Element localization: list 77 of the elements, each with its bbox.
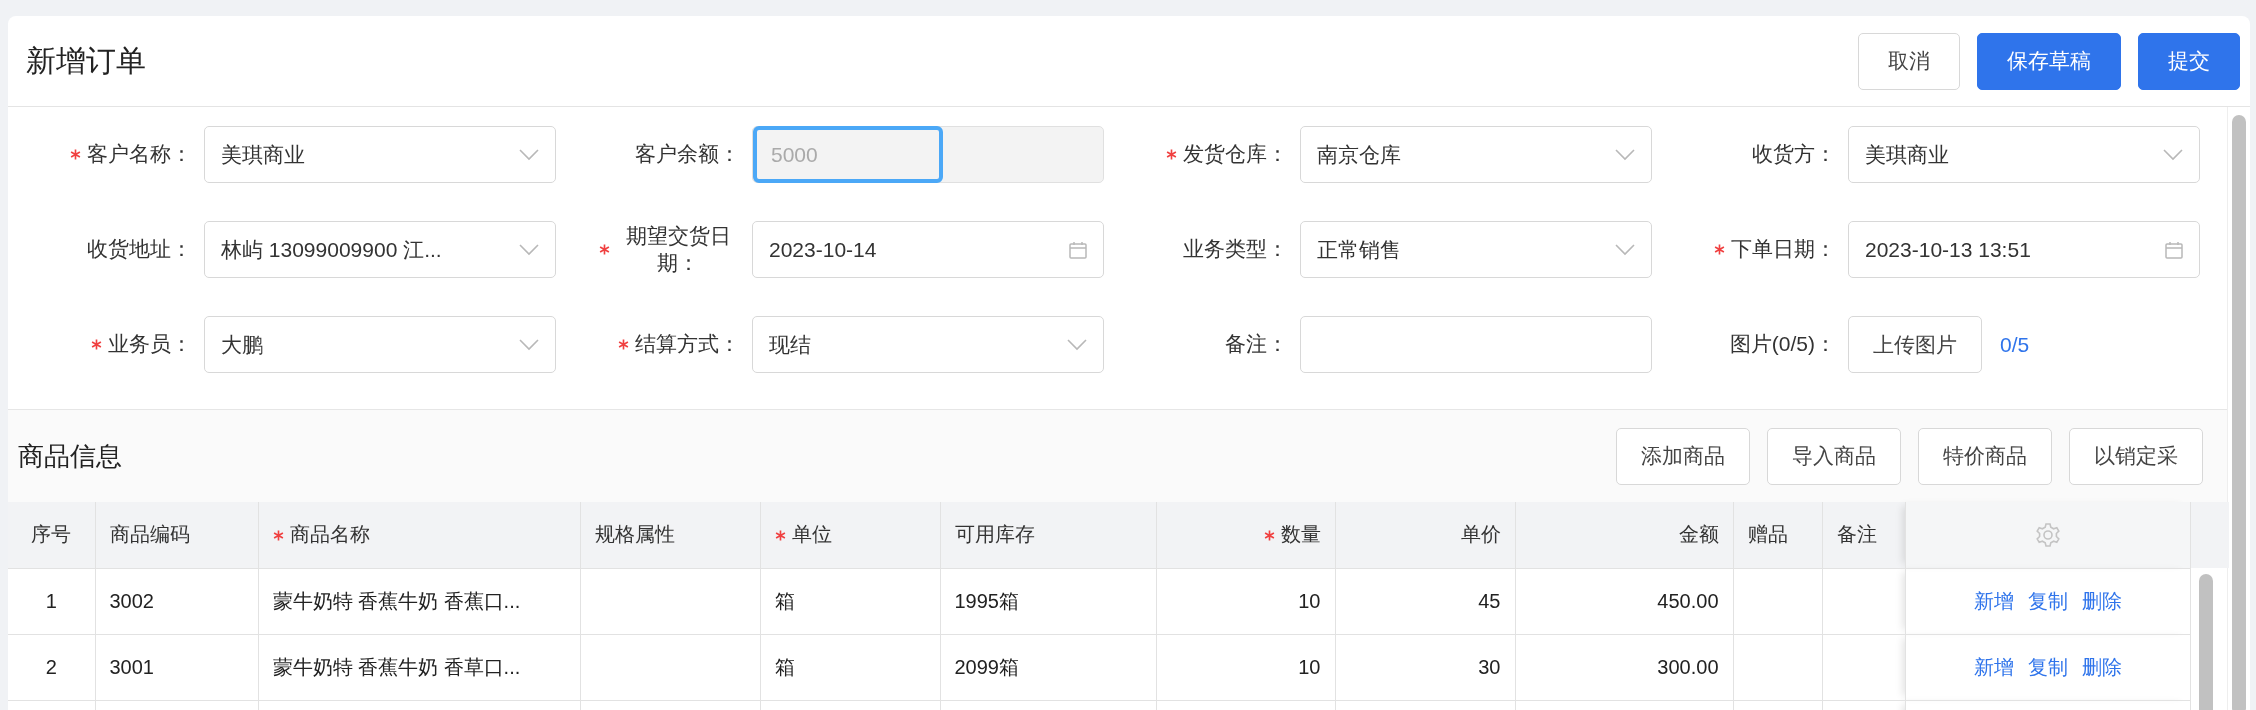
column-header: 序号 <box>31 523 72 546</box>
settings-icon <box>2034 521 2061 548</box>
column-header: 金额 <box>1678 523 1719 546</box>
header-button[interactable]: 取消 <box>1858 32 1960 90</box>
upload-count: 0/5 <box>2000 332 2030 357</box>
column-header: 单位 <box>791 523 832 546</box>
table-cell: 蒙牛奶特 香蕉牛奶 香蕉口... <box>272 589 521 612</box>
table-cell: 3002 <box>109 589 154 612</box>
select-field[interactable]: 现结 <box>752 316 1104 373</box>
select-field[interactable]: 美琪商业 <box>1848 126 2200 183</box>
field-label: 结算方式： <box>635 331 740 358</box>
table-cell: 2099箱 <box>954 655 1019 678</box>
scrollbar-thumb[interactable] <box>2232 115 2246 710</box>
field-label: 下单日期： <box>1731 236 1836 263</box>
table-cell: 450.00 <box>1657 589 1719 612</box>
calendar-icon <box>2165 240 2183 259</box>
field-label: 备注： <box>1225 331 1288 358</box>
column-header: 单价 <box>1460 523 1501 546</box>
row-action-link[interactable]: 新增 <box>1973 587 2014 615</box>
chevron-down-icon <box>519 148 539 161</box>
text-field[interactable] <box>1300 316 1652 373</box>
chevron-down-icon <box>519 243 539 256</box>
row-action-link[interactable]: 新增 <box>1973 653 2014 681</box>
select-field[interactable]: 大鹏 <box>204 316 556 373</box>
field-label: 客户余额： <box>635 141 740 168</box>
section-title: 商品信息 <box>18 439 122 473</box>
row-action-link[interactable]: 删除 <box>2081 587 2122 615</box>
column-header: 赠品 <box>1747 523 1788 546</box>
field-label: 业务类型： <box>1183 236 1288 263</box>
date-field[interactable]: 2023-10-13 13:51 <box>1848 221 2200 278</box>
field-label: 发货仓库： <box>1183 141 1288 168</box>
field-label: 期望交货日期： <box>624 223 732 276</box>
toolbar-button[interactable]: 导入商品 <box>1767 427 1901 485</box>
table-cell: 箱 <box>774 655 795 678</box>
table-cell: 1 <box>45 589 57 612</box>
date-field[interactable]: 2023-10-14 <box>752 221 1104 278</box>
column-header: 商品编码 <box>109 523 190 546</box>
field-label: 客户名称： <box>87 141 192 168</box>
table-cell: 2 <box>45 655 57 678</box>
header-button[interactable]: 提交 <box>2138 32 2240 90</box>
table-cell: 10 <box>1298 655 1321 678</box>
table-cell: 箱 <box>774 589 795 612</box>
column-header: 数量 <box>1280 523 1321 546</box>
row-action-link[interactable]: 复制 <box>2027 653 2068 681</box>
chevron-down-icon <box>1615 243 1635 256</box>
calendar-icon <box>1069 240 1087 259</box>
select-field[interactable]: 林屿 13099009900 江... <box>204 221 556 278</box>
toolbar-button[interactable]: 特价商品 <box>1918 427 2052 485</box>
field-label: 收货方： <box>1752 141 1836 168</box>
select-field[interactable]: 美琪商业 <box>204 126 556 183</box>
table-cell: 45 <box>1478 589 1501 612</box>
row-action-link[interactable]: 删除 <box>2081 653 2122 681</box>
select-field[interactable]: 南京仓库 <box>1300 126 1652 183</box>
field-label: 收货地址： <box>87 236 192 263</box>
table-cell: 30 <box>1478 655 1501 678</box>
header-button[interactable]: 保存草稿 <box>1977 32 2121 90</box>
select-field[interactable]: 正常销售 <box>1300 221 1652 278</box>
field-label: 图片(0/5)： <box>1729 331 1836 358</box>
column-header: 可用库存 <box>954 523 1035 546</box>
toolbar-button[interactable]: 以销定采 <box>2069 427 2203 485</box>
table-cell: 10 <box>1298 589 1321 612</box>
column-header: 备注 <box>1836 523 1877 546</box>
column-header: 规格属性 <box>594 523 675 546</box>
page-title: 新增订单 <box>26 42 146 79</box>
row-action-link[interactable]: 复制 <box>2027 587 2068 615</box>
upload-button[interactable]: 上传图片 <box>1848 316 1982 373</box>
column-header: 商品名称 <box>289 523 370 546</box>
chevron-down-icon <box>519 338 539 351</box>
table-cell: 1995箱 <box>954 589 1019 612</box>
table-cell: 蒙牛奶特 香蕉牛奶 香草口... <box>272 655 521 678</box>
table-cell: 300.00 <box>1657 655 1719 678</box>
field-label: 业务员： <box>108 331 192 358</box>
chevron-down-icon <box>1067 338 1087 351</box>
toolbar-button[interactable]: 添加商品 <box>1616 427 1750 485</box>
chevron-down-icon <box>2163 148 2183 161</box>
table-cell: 3001 <box>109 655 154 678</box>
chevron-down-icon <box>1615 148 1635 161</box>
